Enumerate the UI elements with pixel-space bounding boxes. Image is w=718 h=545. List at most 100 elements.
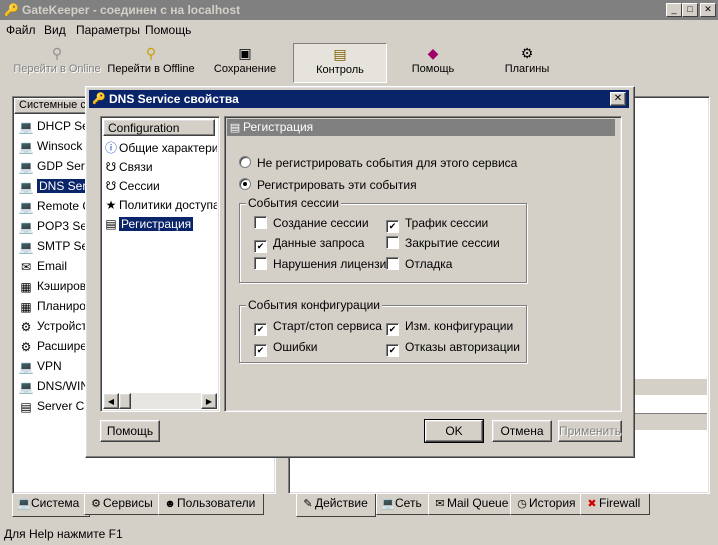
- config-item-general[interactable]: ⓘ Общие характери: [103, 139, 217, 157]
- scroll-thumb[interactable]: [119, 393, 131, 409]
- checkbox-box: [386, 236, 399, 249]
- menu-view[interactable]: Вид: [44, 23, 66, 37]
- scheduler-icon: ▦: [20, 299, 32, 314]
- scroll-left-icon[interactable]: ◀: [103, 393, 119, 409]
- network-icon: 💻: [381, 498, 395, 510]
- list-item[interactable]: ▦ Планиров: [18, 296, 92, 316]
- list-item[interactable]: 💻 VPN: [18, 356, 62, 376]
- control-button[interactable]: ▤ Контроль: [293, 43, 387, 83]
- logging-panel: ▤ Регистрация Не регистрировать события д…: [224, 116, 622, 412]
- scrollbar[interactable]: [631, 379, 707, 395]
- sessions-icon: ☋: [105, 179, 117, 193]
- menu-bar: Файл Вид Параметры Помощь: [0, 20, 718, 38]
- floppy-icon: ▣: [238, 45, 252, 61]
- tab-history[interactable]: ◷ История: [510, 494, 582, 515]
- info-icon: ⓘ: [104, 141, 117, 155]
- config-item-sessions[interactable]: ☋ Сессии: [103, 177, 217, 195]
- config-events-group: События конфигурации Старт/стоп сервиса …: [239, 298, 527, 363]
- list-item[interactable]: ▦ Кэширова: [18, 276, 92, 296]
- checkbox-box-checked: [386, 220, 399, 233]
- checkbox-box: [254, 216, 267, 229]
- go-online-button[interactable]: ⚲ Перейти в Online: [10, 43, 104, 81]
- email-icon: ✉: [20, 259, 32, 274]
- list-item[interactable]: 💻 GDP Serv: [18, 156, 91, 176]
- config-item-policies[interactable]: ★ Политики доступа: [103, 196, 217, 214]
- computer-icon: 💻: [17, 498, 31, 510]
- dialog-title: DNS Service свойства: [109, 92, 239, 106]
- list-item[interactable]: 💻 Remote C: [18, 196, 92, 216]
- extensions-icon: ⚙: [20, 339, 32, 354]
- go-offline-button[interactable]: ⚲ Перейти в Offline: [104, 43, 198, 81]
- dialog-close-button[interactable]: ✕: [610, 92, 626, 106]
- checkbox-errors[interactable]: Ошибки: [254, 340, 318, 357]
- save-button[interactable]: ▣ Сохранение: [210, 43, 280, 81]
- gdp-icon: 💻: [18, 159, 34, 174]
- scroll-right-icon[interactable]: ▶: [201, 393, 217, 409]
- gear-icon: ⚙: [91, 498, 101, 510]
- list-item[interactable]: 💻 DHCP Se: [18, 116, 89, 136]
- cache-icon: ▦: [20, 279, 32, 294]
- checkbox-request-data[interactable]: Данные запроса: [254, 236, 364, 253]
- checkbox-debug[interactable]: Отладка: [386, 257, 452, 271]
- configuration-list[interactable]: Configuration ⓘ Общие характери ☋ Связи ☋ С…: [100, 116, 220, 412]
- list-item[interactable]: 💻 DNS/WIN: [18, 376, 89, 396]
- list-item[interactable]: ⚙ Расширен: [18, 336, 94, 356]
- tab-network[interactable]: 💻Сеть: [376, 494, 430, 515]
- book-icon: ◆: [427, 45, 439, 61]
- dialog-title-bar: 🔑 DNS Service свойства ✕: [89, 90, 629, 108]
- checkbox-session-traffic[interactable]: Трафик сессии: [386, 216, 488, 233]
- list-item[interactable]: 💻 POP3 Ser: [18, 216, 92, 236]
- links-icon: ☋: [105, 160, 117, 174]
- ok-button[interactable]: OK: [424, 419, 484, 443]
- close-button[interactable]: ✕: [700, 3, 716, 17]
- config-item-logging[interactable]: ▤ Регистрация: [103, 215, 217, 233]
- server-cert-icon: ▤: [20, 399, 32, 414]
- checkbox-box-checked: [254, 344, 267, 357]
- dialog-help-button[interactable]: Помощь: [100, 420, 160, 442]
- minimize-button[interactable]: _: [666, 3, 682, 17]
- list-item-selected[interactable]: 💻 DNS Serv: [18, 176, 95, 196]
- cancel-button[interactable]: Отмена: [492, 420, 552, 442]
- checkbox-box-checked: [254, 240, 267, 253]
- window-title: GateKeeper - соединен с на localhost: [22, 3, 241, 17]
- tab-action[interactable]: ✎ Действие: [296, 494, 376, 517]
- list-item[interactable]: ⚙ Устройст: [18, 316, 87, 336]
- config-scrollbar[interactable]: ◀ ▶: [103, 393, 217, 409]
- tab-system[interactable]: 💻Система: [12, 494, 90, 517]
- menu-help[interactable]: Помощь: [145, 23, 191, 37]
- config-item-links[interactable]: ☋ Связи: [103, 158, 217, 176]
- radio-logging[interactable]: Регистрировать эти события: [239, 178, 417, 192]
- list-item[interactable]: ▤ Server Ce: [18, 396, 91, 416]
- status-bar: Для Help нажмите F1: [0, 525, 718, 545]
- tab-users[interactable]: ☻Пользователи: [158, 494, 264, 515]
- app-icon: 🔑: [4, 3, 19, 17]
- checkbox-box: [386, 257, 399, 270]
- list-item[interactable]: ✉ Email: [18, 256, 67, 276]
- menu-file[interactable]: Файл: [6, 23, 36, 37]
- tab-firewall[interactable]: ✖ Firewall: [580, 494, 650, 515]
- menu-params[interactable]: Параметры: [76, 23, 140, 37]
- checkbox-config-change[interactable]: Изм. конфигурации: [386, 319, 513, 336]
- firewall-icon: ✖: [587, 498, 597, 510]
- checkbox-session-close[interactable]: Закрытие сессии: [386, 236, 500, 250]
- action-icon: ✎: [303, 498, 313, 510]
- apply-button[interactable]: Применить: [558, 420, 622, 442]
- radio-no-logging[interactable]: Не регистрировать события для этого серв…: [239, 156, 517, 170]
- policy-icon: ★: [105, 198, 117, 212]
- maximize-button[interactable]: □: [682, 3, 698, 17]
- list-item[interactable]: 💻 SMTP Se: [18, 236, 89, 256]
- checkbox-auth-failures[interactable]: Отказы авторизации: [386, 340, 520, 357]
- users-icon: ☻: [164, 498, 176, 510]
- checkbox-service-startstop[interactable]: Старт/стоп сервиса: [254, 319, 382, 336]
- tab-mail-queue[interactable]: ✉ Mail Queue: [428, 494, 512, 515]
- mail-icon: ✉: [435, 498, 445, 510]
- checkbox-session-create[interactable]: Создание сессии: [254, 216, 369, 230]
- window-title-bar: 🔑 GateKeeper - соединен с на localhost _…: [0, 0, 718, 20]
- clock-icon: ◷: [517, 498, 527, 510]
- checkbox-license-violations[interactable]: Нарушения лицензии: [254, 257, 393, 271]
- list-item[interactable]: 💻 Winsock I: [18, 136, 90, 156]
- help-button[interactable]: ◆ Помощь: [400, 43, 466, 81]
- plugins-button[interactable]: ⚙ Плагины: [494, 43, 560, 81]
- tab-services[interactable]: ⚙ Сервисы: [84, 494, 160, 515]
- dialog-app-icon: 🔑: [92, 93, 106, 105]
